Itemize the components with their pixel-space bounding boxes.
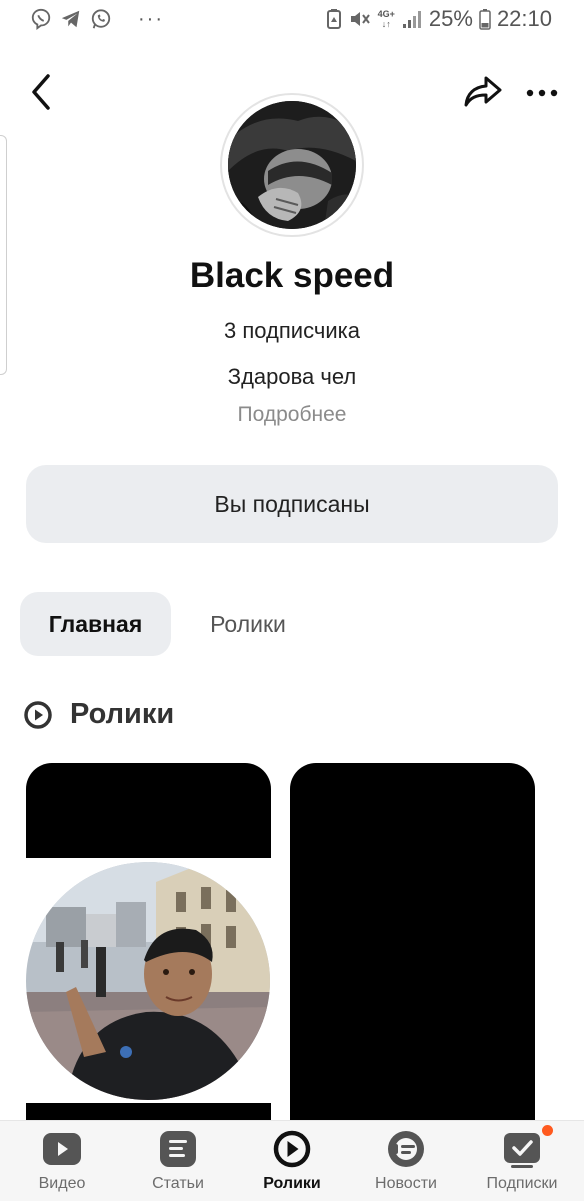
status-bar-system: 4G+ ↓↑ 25% 22:10 — [326, 6, 552, 32]
clip-thumbnail-frame — [26, 858, 271, 1103]
subscriber-count: 3 подписчика — [224, 318, 360, 343]
network-indicator: 4G+ ↓↑ — [378, 9, 395, 29]
status-bar: ··· 4G+ ↓↑ 25% 22:10 — [0, 0, 584, 40]
nav-label-video: Видео — [38, 1175, 86, 1192]
clips-icon — [273, 1130, 311, 1168]
subscribed-button[interactable]: Вы подписаны — [26, 465, 558, 543]
nav-item-articles[interactable]: Статьи — [120, 1121, 236, 1201]
channel-description: Здарова чел — [227, 364, 357, 389]
section-title: Ролики — [70, 698, 175, 730]
whatsapp-icon — [91, 9, 111, 29]
tab-clips[interactable]: Ролики — [186, 592, 310, 656]
nav-item-clips[interactable]: Ролики — [234, 1121, 350, 1201]
telegram-icon — [61, 10, 80, 28]
avatar-artwork — [228, 101, 356, 229]
mute-icon — [350, 12, 370, 26]
nav-label-subscriptions: Подписки — [486, 1175, 558, 1192]
clip-card[interactable] — [290, 763, 535, 1143]
article-icon — [160, 1131, 196, 1167]
nav-item-video[interactable]: Видео — [4, 1121, 120, 1201]
battery-icon — [479, 9, 491, 30]
clock: 22:10 — [496, 6, 552, 31]
tab-main[interactable]: Главная — [20, 592, 171, 656]
status-bar-notifications: ··· — [30, 8, 164, 30]
back-button[interactable] — [22, 70, 62, 114]
status-overflow: ··· — [138, 8, 164, 30]
channel-name: Black speed — [189, 256, 395, 295]
avatar-image — [228, 101, 356, 229]
viber-icon — [31, 8, 51, 30]
nav-label-clips: Ролики — [263, 1175, 321, 1192]
play-circle-icon — [24, 700, 52, 729]
clip-thumbnail-image — [26, 862, 270, 1100]
section-header: Ролики — [24, 698, 174, 731]
channel-avatar — [220, 93, 364, 237]
nav-label-articles: Статьи — [152, 1175, 204, 1192]
more-details-link[interactable]: Подробнее — [0, 403, 584, 427]
news-icon — [388, 1131, 424, 1167]
nav-item-subscriptions[interactable]: Подписки — [464, 1121, 580, 1201]
video-icon — [43, 1133, 81, 1165]
subscriptions-badge — [540, 1123, 555, 1138]
clip-card[interactable] — [26, 763, 271, 1143]
bottom-navigation: Видео Статьи Ролики Новости Подписки — [0, 1120, 584, 1201]
battery-percent: 25% — [428, 6, 473, 31]
clip-thumbnail — [26, 862, 270, 1100]
share-button[interactable] — [462, 74, 504, 110]
subscriptions-icon — [504, 1133, 540, 1168]
more-options-button[interactable] — [522, 76, 562, 110]
battery-saver-icon — [326, 9, 341, 29]
data-arrows-icon: ↓↑ — [381, 19, 391, 29]
nav-label-news: Новости — [375, 1175, 437, 1192]
chevron-left-icon — [32, 74, 50, 110]
signal-icon — [402, 11, 421, 28]
network-type: 4G+ — [377, 9, 395, 19]
more-horizontal-icon — [526, 89, 558, 97]
nav-item-news[interactable]: Новости — [348, 1121, 464, 1201]
share-icon — [464, 76, 502, 107]
